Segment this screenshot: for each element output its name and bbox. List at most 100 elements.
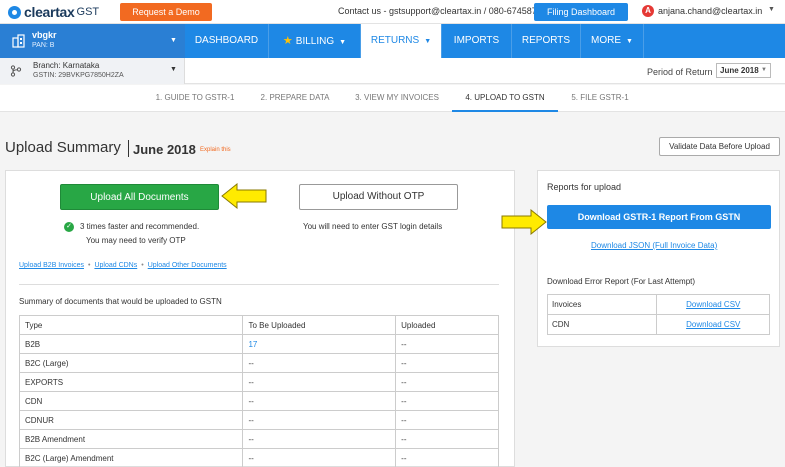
download-csv-cdn-link[interactable]: Download CSV [656, 314, 770, 335]
row-uploaded: -- [395, 429, 499, 449]
row-to-be-uploaded: -- [242, 410, 397, 430]
error-report-table: Invoices Download CSV CDN Download CSV [546, 294, 770, 335]
nav-more[interactable]: MORE ▼ [581, 24, 643, 58]
branch-bar: Branch: Karnataka GSTIN: 29BVKPG7850H2ZA… [0, 58, 785, 84]
cleartax-logo[interactable]: cleartax GST [8, 4, 99, 20]
validate-data-button[interactable]: Validate Data Before Upload [659, 137, 780, 156]
link-separator: • [141, 262, 144, 269]
table-row: B2C (Large) -- -- [18, 353, 499, 373]
nav-returns[interactable]: RETURNS ▼ [361, 24, 441, 58]
org-name: vbgkr [32, 30, 57, 40]
row-to-be-uploaded: -- [242, 429, 397, 449]
step-prepare[interactable]: 2. PREPARE DATA [248, 85, 342, 112]
upload-cdn-link[interactable]: Upload CDNs [94, 262, 137, 269]
chevron-down-icon: ▼ [626, 38, 633, 45]
error-type: Invoices [546, 294, 658, 315]
row-uploaded: -- [395, 448, 499, 467]
user-email[interactable]: anjana.chand@cleartax.in [658, 6, 762, 16]
branch-gstin: GSTIN: 29BVKPG7850H2ZA [33, 72, 124, 79]
table-row: CDNUR -- -- [18, 410, 499, 430]
nav-imports-label: IMPORTS [453, 35, 500, 46]
contact-info: Contact us - gstsupport@cleartax.in / 08… [338, 6, 547, 16]
download-csv-invoices-link[interactable]: Download CSV [656, 294, 770, 315]
table-row: B2B Amendment -- -- [18, 429, 499, 449]
logo-text: cleartax [24, 4, 75, 20]
nav-billing-label: BILLING [295, 36, 335, 47]
row-to-be-uploaded: -- [242, 448, 397, 467]
error-type: CDN [546, 314, 658, 335]
hint-faster: 3 times faster and recommended. [80, 222, 200, 231]
nav-dashboard[interactable]: DASHBOARD [185, 24, 268, 58]
nav-imports[interactable]: IMPORTS [442, 24, 511, 58]
error-report-title: Download Error Report (For Last Attempt) [547, 277, 696, 286]
step-view-invoices[interactable]: 3. VIEW MY INVOICES [342, 85, 452, 112]
org-pan: PAN: B [32, 42, 55, 49]
row-to-be-uploaded: -- [242, 391, 397, 411]
user-avatar[interactable]: A [642, 5, 654, 17]
col-uploaded: Uploaded [395, 315, 499, 335]
row-to-be-uploaded[interactable]: 17 [242, 334, 397, 354]
divider [19, 284, 499, 285]
building-icon [12, 34, 25, 48]
row-uploaded: -- [395, 410, 499, 430]
explain-link[interactable]: Explain this [200, 147, 231, 153]
upload-without-otp-button[interactable]: Upload Without OTP [299, 184, 458, 210]
nav-more-label: MORE [591, 35, 622, 46]
row-uploaded: -- [395, 372, 499, 392]
org-selector[interactable]: vbgkr PAN: B ▼ [0, 24, 185, 58]
check-circle-icon: ✓ [64, 222, 74, 232]
nav-reports[interactable]: REPORTS [512, 24, 580, 58]
nav-reports-label: REPORTS [521, 35, 571, 46]
chevron-down-icon: ▼ [339, 39, 347, 46]
row-type: CDN [18, 391, 244, 411]
nav-divider [643, 24, 644, 58]
period-value: June 2018 [720, 66, 759, 75]
row-type: B2B Amendment [18, 429, 244, 449]
upload-b2b-link[interactable]: Upload B2B Invoices [19, 262, 84, 269]
row-type: B2C (Large) Amendment [18, 448, 244, 467]
user-menu-caret-icon[interactable]: ▼ [768, 6, 775, 13]
request-demo-button[interactable]: Request a Demo [120, 3, 212, 21]
row-type: EXPORTS [18, 372, 244, 392]
table-row: CDN Download CSV [546, 314, 770, 335]
nav-returns-label: RETURNS [370, 35, 420, 46]
summary-table: Type To Be Uploaded Uploaded B2B 17 -- B… [18, 315, 499, 467]
step-guide[interactable]: 1. GUIDE TO GSTR-1 [142, 85, 248, 112]
table-row: EXPORTS -- -- [18, 372, 499, 392]
row-type: B2C (Large) [18, 353, 244, 373]
summary-caption: Summary of documents that would be uploa… [19, 297, 222, 306]
filing-dashboard-button[interactable]: Filing Dashboard [534, 3, 628, 21]
step-file[interactable]: 5. FILE GSTR-1 [558, 85, 642, 112]
upload-links: Upload B2B Invoices • Upload CDNs • Upload O… [19, 262, 227, 269]
table-row: CDN -- -- [18, 391, 499, 411]
row-to-be-uploaded: -- [242, 353, 397, 373]
reports-title: Reports for upload [547, 182, 622, 192]
title-period: June 2018 [133, 142, 196, 157]
row-type: B2B [18, 334, 244, 354]
step-upload[interactable]: 4. UPLOAD TO GSTN [452, 85, 558, 112]
branch-caret-icon: ▼ [170, 66, 177, 73]
gstr1-steps: 1. GUIDE TO GSTR-1 2. PREPARE DATA 3. VI… [0, 85, 785, 112]
row-uploaded: -- [395, 334, 499, 354]
row-to-be-uploaded: -- [242, 372, 397, 392]
branch-selector[interactable]: Branch: Karnataka GSTIN: 29BVKPG7850H2ZA… [0, 58, 185, 84]
nav-dashboard-label: DASHBOARD [194, 35, 259, 46]
cleartax-logo-icon [8, 5, 21, 19]
table-row: Invoices Download CSV [546, 294, 770, 315]
page-title: Upload Summary [5, 139, 121, 156]
period-select[interactable]: June 2018 ▼ [716, 63, 771, 78]
period-label: Period of Return [647, 67, 713, 77]
branch-name: Branch: Karnataka [33, 61, 100, 70]
branch-icon [10, 65, 22, 77]
upload-all-documents-button[interactable]: Upload All Documents [60, 184, 219, 210]
table-header-row: Type To Be Uploaded Uploaded [18, 315, 499, 335]
upload-other-link[interactable]: Upload Other Documents [148, 262, 227, 269]
download-json-link[interactable]: Download JSON (Full Invoice Data) [591, 241, 717, 250]
hint-login-details: You will need to enter GST login details [303, 222, 443, 231]
pointer-arrow-right-icon [501, 209, 547, 235]
chevron-down-icon: ▼ [424, 38, 432, 45]
link-separator: • [87, 262, 91, 269]
nav-billing[interactable]: ★ BILLING ▼ [269, 24, 360, 58]
col-to-be-uploaded: To Be Uploaded [242, 315, 397, 335]
download-gstr1-report-button[interactable]: Download GSTR-1 Report From GSTN [547, 205, 771, 229]
